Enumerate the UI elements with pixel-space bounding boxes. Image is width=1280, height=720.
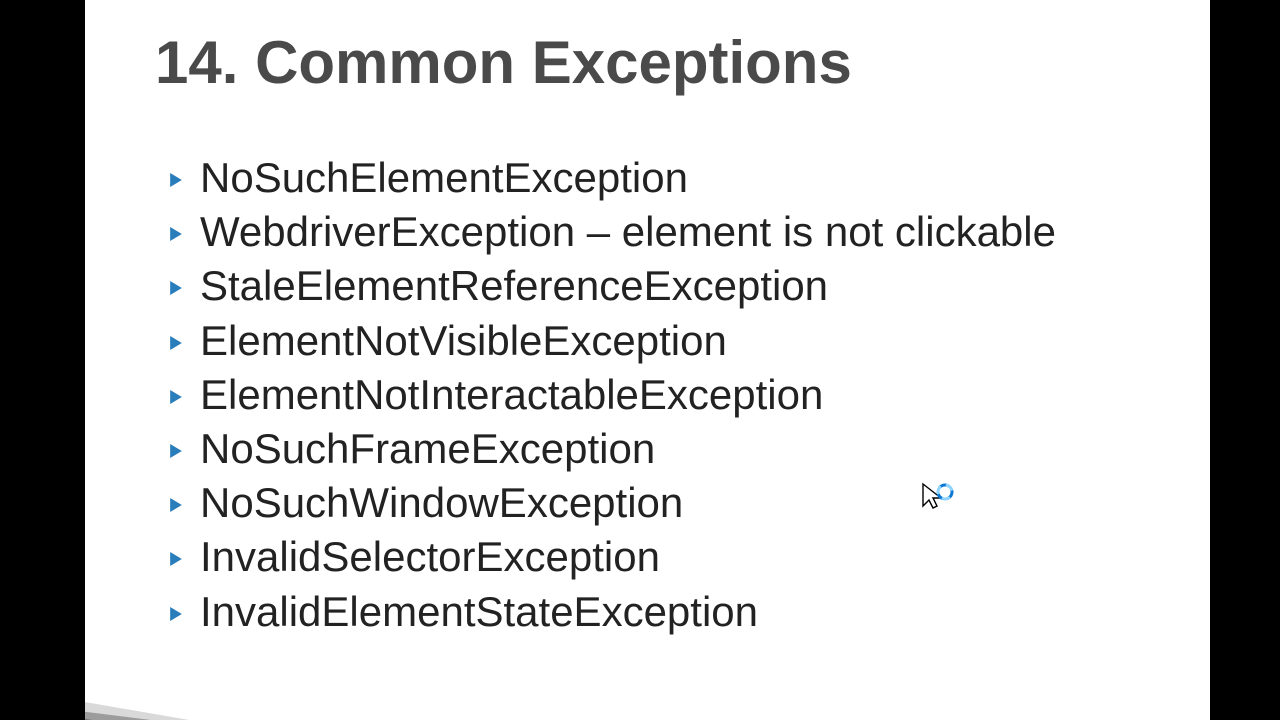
decorative-corner (85, 671, 249, 720)
bullet-text: NoSuchElementException (200, 155, 688, 201)
list-item: NoSuchFrameException (170, 426, 1056, 472)
bullet-text: ElementNotVisibleException (200, 318, 727, 364)
bullet-text: InvalidElementStateException (200, 589, 758, 635)
slide-title: 14. Common Exceptions (155, 28, 852, 97)
bullet-triangle-icon (170, 336, 182, 350)
bullet-text: NoSuchFrameException (200, 426, 655, 472)
bullet-text: NoSuchWindowException (200, 480, 683, 526)
bullet-triangle-icon (170, 552, 182, 566)
bullet-triangle-icon (170, 227, 182, 241)
bullet-triangle-icon (170, 444, 182, 458)
bullet-triangle-icon (170, 390, 182, 404)
list-item: InvalidElementStateException (170, 589, 1056, 635)
list-item: StaleElementReferenceException (170, 263, 1056, 309)
list-item: InvalidSelectorException (170, 534, 1056, 580)
bullet-text: ElementNotInteractableException (200, 372, 823, 418)
bullet-text: StaleElementReferenceException (200, 263, 828, 309)
bullet-triangle-icon (170, 281, 182, 295)
bullet-triangle-icon (170, 607, 182, 621)
presentation-slide: 14. Common Exceptions NoSuchElementExcep… (85, 0, 1210, 720)
bullet-triangle-icon (170, 173, 182, 187)
bullet-list: NoSuchElementException WebdriverExceptio… (170, 155, 1056, 643)
list-item: ElementNotVisibleException (170, 318, 1056, 364)
stage: 14. Common Exceptions NoSuchElementExcep… (0, 0, 1280, 720)
list-item: ElementNotInteractableException (170, 372, 1056, 418)
list-item: WebdriverException – element is not clic… (170, 209, 1056, 255)
list-item: NoSuchWindowException (170, 480, 1056, 526)
bullet-text: WebdriverException – element is not clic… (200, 209, 1056, 255)
list-item: NoSuchElementException (170, 155, 1056, 201)
bullet-text: InvalidSelectorException (200, 534, 660, 580)
bullet-triangle-icon (170, 498, 182, 512)
